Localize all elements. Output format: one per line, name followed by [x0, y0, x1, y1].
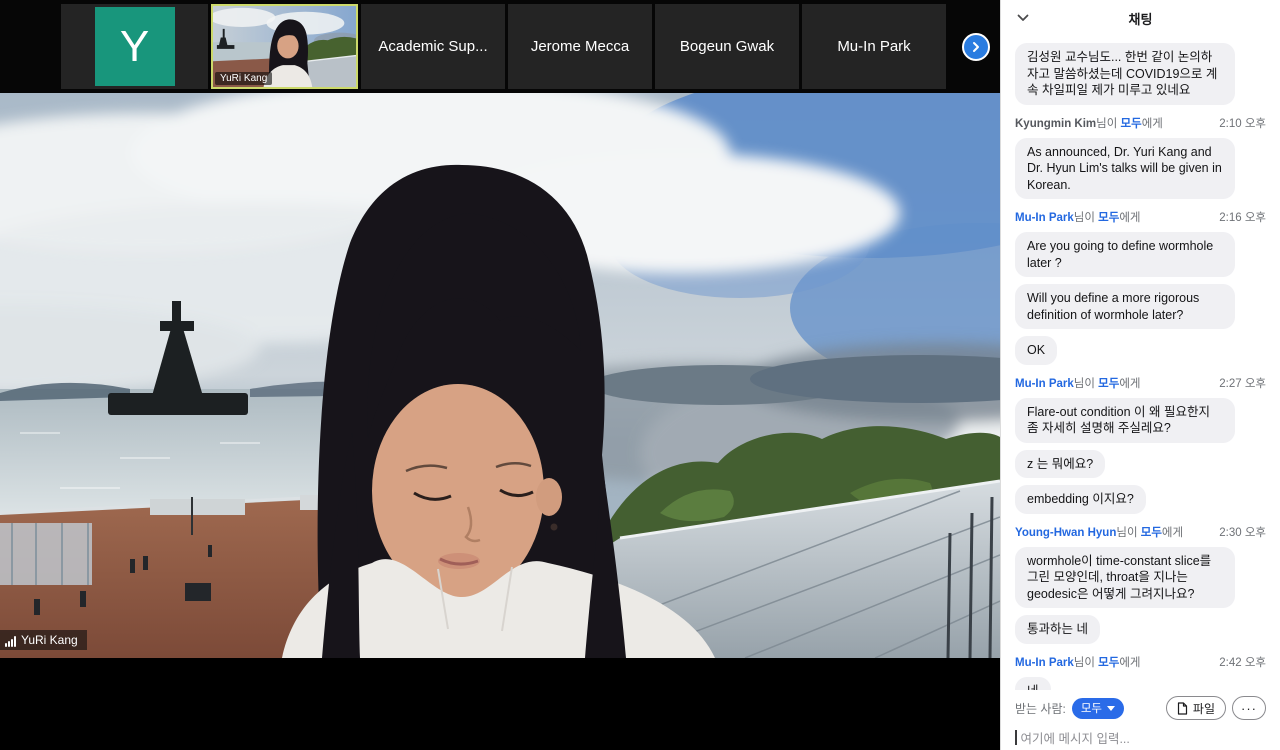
filmstrip-next-button[interactable]: [962, 33, 990, 61]
chat-message-bubble: 통과하는 네: [1015, 615, 1100, 644]
sender-suffix: 님이: [1074, 378, 1095, 390]
chat-header: 채팅: [1001, 0, 1280, 36]
video-column: Y YuRi Kang Academic Sup... Jerome Mecca Bo…: [0, 0, 1000, 750]
avatar: Y: [95, 7, 175, 86]
message-sender-row: Kyungmin Kim님이 모두에게 2:10 오후: [1015, 115, 1266, 131]
chevron-down-icon[interactable]: [1017, 11, 1031, 25]
participant-filmstrip: Y YuRi Kang Academic Sup... Jerome Mecca Bo…: [0, 0, 1000, 93]
speaker-name: YuRi Kang: [21, 633, 78, 647]
recipient-label: 받는 사람:: [1015, 700, 1066, 717]
participant-tile[interactable]: Jerome Mecca: [508, 4, 652, 89]
participant-tile[interactable]: Academic Sup...: [361, 4, 505, 89]
sender-name: Mu-In Park: [1015, 378, 1074, 390]
recipient-everyone: 모두: [1098, 212, 1119, 224]
message-input-placeholder: 여기에 메시지 입력...: [1021, 728, 1130, 747]
message-time: 2:16 오후: [1219, 209, 1266, 225]
message-time: 2:30 오후: [1219, 524, 1266, 540]
speaker-video-scene: [0, 93, 1000, 658]
chat-message-bubble: OK: [1015, 336, 1057, 365]
more-options-button[interactable]: ···: [1232, 696, 1266, 720]
message-time: 2:42 오후: [1219, 654, 1266, 670]
participant-name: Bogeun Gwak: [680, 38, 774, 55]
speaker-name-label: YuRi Kang: [0, 630, 87, 650]
sender-suffix: 님이: [1096, 118, 1117, 130]
message-sender-row: Mu-In Park님이 모두에게 2:27 오후: [1015, 375, 1266, 391]
file-button[interactable]: 파일: [1166, 696, 1226, 720]
sender-name: Kyungmin Kim: [1015, 118, 1096, 130]
message-sender-row: Mu-In Park님이 모두에게 2:16 오후: [1015, 209, 1266, 225]
recipient-suffix: 에게: [1162, 527, 1183, 539]
chat-message-bubble: z 는 뭐에요?: [1015, 450, 1105, 479]
message-time: 2:10 오후: [1219, 115, 1266, 131]
avatar-initial: Y: [120, 22, 149, 72]
sender-name: Young-Hwan Hyun: [1015, 527, 1116, 539]
participant-name: Jerome Mecca: [531, 38, 629, 55]
participant-name: Mu-In Park: [837, 38, 910, 55]
chat-message-list[interactable]: 김성원 교수님도... 한번 같이 논의하자고 말씀하셨는데 COVID19으로…: [1001, 36, 1280, 690]
ellipsis-icon: ···: [1241, 701, 1257, 716]
audio-level-icon: [5, 636, 16, 647]
recipient-suffix: 에게: [1119, 378, 1140, 390]
text-cursor: [1015, 730, 1017, 745]
recipient-everyone: 모두: [1141, 527, 1162, 539]
recipient-suffix: 에게: [1142, 118, 1163, 130]
participant-tile[interactable]: Mu-In Park: [802, 4, 946, 89]
message-sender-row: Mu-In Park님이 모두에게 2:42 오후: [1015, 654, 1266, 670]
chat-message-bubble: 네: [1015, 677, 1051, 691]
recipient-suffix: 에게: [1119, 212, 1140, 224]
active-speaker-video: YuRi Kang: [0, 93, 1000, 658]
chevron-right-icon: [970, 41, 982, 53]
chat-message-bubble: 김성원 교수님도... 한번 같이 논의하자고 말씀하셨는데 COVID19으로…: [1015, 43, 1235, 105]
recipient-everyone: 모두: [1098, 378, 1119, 390]
chat-message-bubble: Are you going to define wormhole later ?: [1015, 232, 1235, 277]
recipient-dropdown[interactable]: 모두: [1072, 698, 1124, 719]
sender-suffix: 님이: [1074, 212, 1095, 224]
sender-name: Mu-In Park: [1015, 657, 1074, 669]
sender-suffix: 님이: [1074, 657, 1095, 669]
recipient-everyone: 모두: [1098, 657, 1119, 669]
participant-tile-avatar[interactable]: Y: [61, 4, 208, 89]
chat-message-bubble: Flare-out condition 이 왜 필요한지 좀 자세히 설명해 주…: [1015, 398, 1235, 443]
participant-tile[interactable]: Bogeun Gwak: [655, 4, 799, 89]
chat-compose-area: 받는 사람: 모두 파일 ···: [1001, 690, 1280, 750]
participant-name-label: YuRi Kang: [215, 72, 272, 85]
recipient-suffix: 에게: [1119, 657, 1140, 669]
chat-message-bubble: wormhole이 time-constant slice를 그린 모양인데, …: [1015, 547, 1235, 609]
participant-name: Academic Sup...: [378, 38, 487, 55]
sender-name: Mu-In Park: [1015, 212, 1074, 224]
caret-down-icon: [1107, 706, 1115, 711]
chat-panel: 채팅 김성원 교수님도... 한번 같이 논의하자고 말씀하셨는데 COVID1…: [1000, 0, 1280, 750]
message-time: 2:27 오후: [1219, 375, 1266, 391]
participant-tile-video[interactable]: YuRi Kang: [211, 4, 358, 89]
zoom-meeting-window: Y YuRi Kang Academic Sup... Jerome Mecca Bo…: [0, 0, 1280, 750]
chat-message-bubble: embedding 이지요?: [1015, 485, 1146, 514]
chat-panel-title: 채팅: [1001, 9, 1280, 28]
recipient-everyone: 모두: [1121, 118, 1142, 130]
chat-message-bubble: As announced, Dr. Yuri Kang and Dr. Hyun…: [1015, 138, 1235, 200]
recipient-value: 모두: [1081, 700, 1102, 716]
file-button-label: 파일: [1193, 700, 1215, 717]
sender-suffix: 님이: [1116, 527, 1137, 539]
message-sender-row: Young-Hwan Hyun님이 모두에게 2:30 오후: [1015, 524, 1266, 540]
chat-message-bubble: Will you define a more rigorous definiti…: [1015, 284, 1235, 329]
document-icon: [1177, 702, 1188, 715]
filmstrip-tiles: Y YuRi Kang Academic Sup... Jerome Mecca Bo…: [61, 4, 949, 89]
message-input[interactable]: 여기에 메시지 입력...: [1015, 728, 1266, 747]
